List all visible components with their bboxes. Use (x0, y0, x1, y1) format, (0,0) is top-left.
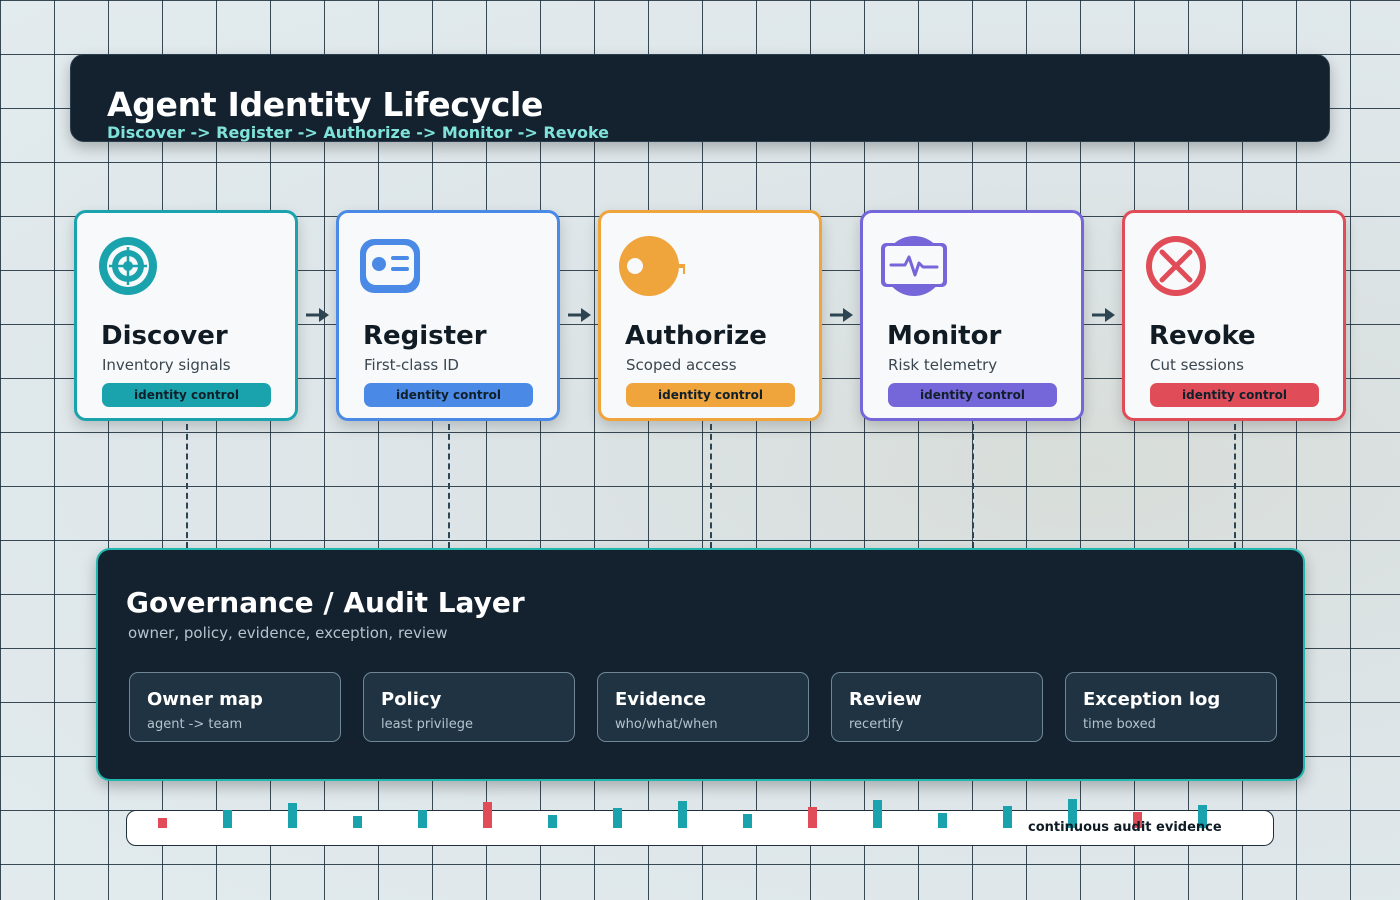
governance-connector (710, 424, 712, 548)
audit-evidence-tick (1003, 806, 1012, 828)
governance-panel: Governance / Audit Layer owner, policy, … (96, 548, 1305, 781)
audit-evidence-tick (418, 810, 427, 828)
audit-evidence-tick (353, 816, 362, 828)
governance-item-name: Review (849, 689, 922, 710)
flow-arrow-icon (567, 306, 593, 324)
stage-description: First-class ID (364, 356, 459, 374)
audit-evidence-tick (743, 814, 752, 828)
stage-description: Scoped access (626, 356, 737, 374)
identity-control-badge: identity control (364, 383, 533, 407)
audit-evidence-tick (678, 801, 687, 828)
stage-name: Monitor (887, 321, 1002, 351)
governance-item-desc: who/what/when (615, 717, 718, 732)
audit-evidence-tick (808, 807, 817, 828)
flow-arrow-icon (305, 306, 331, 324)
governance-item-name: Evidence (615, 689, 706, 710)
pulse-monitor-icon (881, 233, 947, 299)
governance-item-exception-log[interactable]: Exception log time boxed (1065, 672, 1277, 742)
lifecycle-flow-subtitle: Discover -> Register -> Authorize -> Mon… (107, 123, 610, 142)
governance-connector (186, 424, 188, 548)
stage-card-revoke[interactable]: Revoke Cut sessions identity control (1122, 210, 1346, 421)
governance-item-owner-map[interactable]: Owner map agent -> team (129, 672, 341, 742)
audit-evidence-tick (938, 813, 947, 828)
governance-connector (972, 424, 974, 548)
stage-card-monitor[interactable]: Monitor Risk telemetry identity control (860, 210, 1084, 421)
audit-evidence-tick (288, 803, 297, 828)
page-title: Agent Identity Lifecycle (107, 85, 544, 124)
governance-item-review[interactable]: Review recertify (831, 672, 1043, 742)
flow-arrow-icon (1091, 306, 1117, 324)
id-card-icon (357, 233, 423, 299)
governance-item-desc: time boxed (1083, 717, 1156, 732)
audit-evidence-tick (548, 815, 557, 828)
governance-title: Governance / Audit Layer (126, 586, 525, 619)
stage-description: Risk telemetry (888, 356, 998, 374)
audit-evidence-tick (158, 818, 167, 828)
governance-item-name: Policy (381, 689, 442, 710)
governance-connector (448, 424, 450, 548)
identity-control-badge: identity control (626, 383, 795, 407)
identity-control-badge: identity control (1150, 383, 1319, 407)
stage-name: Discover (101, 321, 228, 351)
governance-item-name: Exception log (1083, 689, 1221, 710)
identity-control-badge: identity control (102, 383, 271, 407)
stage-name: Authorize (625, 321, 767, 351)
stage-card-authorize[interactable]: Authorize Scoped access identity control (598, 210, 822, 421)
governance-item-name: Owner map (147, 689, 263, 710)
governance-item-evidence[interactable]: Evidence who/what/when (597, 672, 809, 742)
flow-arrow-icon (829, 306, 855, 324)
stage-name: Revoke (1149, 321, 1256, 351)
cancel-x-icon (1143, 233, 1209, 299)
audit-evidence-tick (613, 808, 622, 828)
governance-subtitle: owner, policy, evidence, exception, revi… (128, 624, 448, 642)
audit-strip-label: continuous audit evidence (1028, 820, 1222, 835)
stage-description: Inventory signals (102, 356, 231, 374)
identity-control-badge: identity control (888, 383, 1057, 407)
key-icon (619, 233, 685, 299)
governance-item-desc: least privilege (381, 717, 473, 732)
audit-evidence-tick (483, 802, 492, 828)
stage-description: Cut sessions (1150, 356, 1244, 374)
header-banner: Agent Identity Lifecycle Discover -> Reg… (70, 54, 1330, 142)
governance-item-policy[interactable]: Policy least privilege (363, 672, 575, 742)
audit-evidence-tick (873, 800, 882, 828)
stage-card-register[interactable]: Register First-class ID identity control (336, 210, 560, 421)
governance-item-desc: recertify (849, 717, 904, 732)
stage-name: Register (363, 321, 487, 351)
governance-connector (1234, 424, 1236, 548)
target-icon (95, 233, 161, 299)
audit-evidence-tick (223, 810, 232, 828)
stage-card-discover[interactable]: Discover Inventory signals identity cont… (74, 210, 298, 421)
governance-item-desc: agent -> team (147, 717, 243, 732)
